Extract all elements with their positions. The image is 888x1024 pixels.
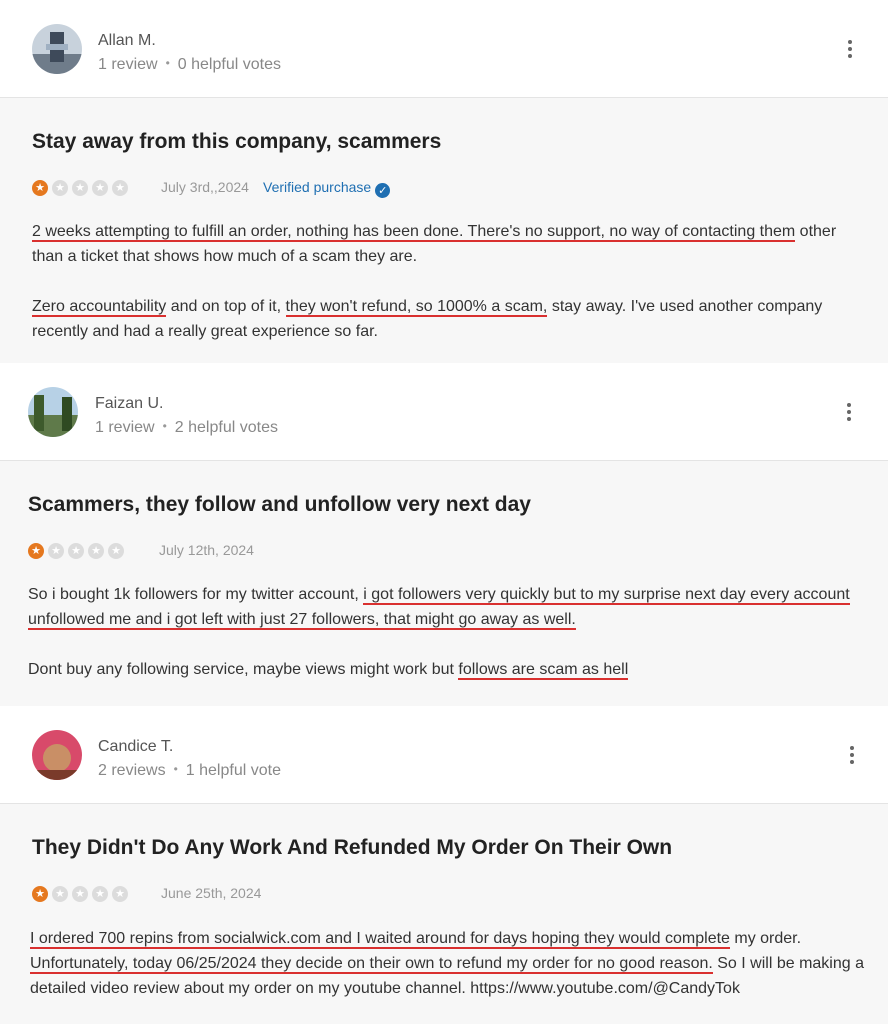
star-icon: [72, 179, 88, 197]
more-options-icon[interactable]: [847, 40, 853, 60]
body-text: Dont buy any following service, maybe vi…: [28, 661, 459, 678]
more-options-icon[interactable]: [846, 403, 852, 423]
reviewer-name[interactable]: Allan M.: [98, 32, 156, 50]
star-rating: [28, 542, 124, 560]
reviewer-header: Allan M. 1 review • 0 helpful votes: [0, 0, 888, 98]
review-date: June 25th, 2024: [161, 885, 262, 901]
star-rating: [32, 179, 128, 197]
underlined-text: Unfortunately, today 06/25/2024 they dec…: [30, 955, 713, 974]
star-icon: [68, 542, 84, 560]
avatar[interactable]: [28, 387, 78, 437]
more-options-icon[interactable]: [849, 746, 855, 766]
star-rating: [32, 885, 128, 903]
review-count: 1 review: [98, 56, 158, 73]
reviewer-header: Candice T. 2 reviews • 1 helpful vote: [0, 706, 888, 804]
star-icon: [52, 179, 68, 197]
star-icon: [32, 179, 48, 197]
underlined-text: they won't refund, so 1000% a scam,: [285, 298, 548, 317]
review-card: They Didn't Do Any Work And Refunded My …: [0, 804, 888, 1024]
review-body: So i bought 1k followers for my twitter …: [28, 582, 858, 682]
body-text: my order.: [729, 930, 802, 947]
star-icon: [92, 179, 108, 197]
avatar[interactable]: [32, 730, 82, 780]
body-text: So i bought 1k followers for my twitter …: [28, 586, 364, 603]
helpful-votes: 0 helpful votes: [177, 56, 281, 73]
review-card: Stay away from this company, scammers Ju…: [0, 98, 888, 363]
review-body: I ordered 700 repins from socialwick.com…: [30, 926, 865, 1001]
review-title[interactable]: Stay away from this company, scammers: [32, 130, 441, 154]
reviewer-stats: 1 review • 0 helpful votes: [98, 56, 281, 74]
review-count: 1 review: [95, 419, 155, 436]
star-icon: [112, 885, 128, 903]
underlined-text: follows are scam as hell: [458, 661, 629, 680]
underlined-text: Zero accountability: [32, 298, 167, 317]
review-body: 2 weeks attempting to fulfill an order, …: [32, 219, 862, 344]
verified-badge: Verified purchase ✓: [263, 179, 391, 198]
review-title[interactable]: Scammers, they follow and unfollow very …: [28, 493, 531, 517]
underlined-text: 2 weeks attempting to fulfill an order, …: [32, 223, 796, 242]
review-title[interactable]: They Didn't Do Any Work And Refunded My …: [32, 836, 672, 860]
reviewer-header: Faizan U. 1 review • 2 helpful votes: [0, 363, 888, 461]
verified-label: Verified purchase: [263, 179, 372, 195]
reviewer-name[interactable]: Faizan U.: [95, 395, 163, 413]
review-count: 2 reviews: [98, 762, 166, 779]
reviewer-name[interactable]: Candice T.: [98, 738, 173, 756]
star-icon: [28, 542, 44, 560]
separator-dot: •: [165, 56, 170, 70]
separator-dot: •: [173, 762, 178, 776]
star-icon: [72, 885, 88, 903]
review-date: July 12th, 2024: [159, 542, 254, 558]
star-icon: [108, 542, 124, 560]
review-date: July 3rd,,2024: [161, 179, 249, 195]
check-icon: ✓: [375, 183, 391, 198]
helpful-votes: 1 helpful vote: [185, 762, 281, 779]
reviewer-stats: 2 reviews • 1 helpful vote: [98, 762, 281, 780]
avatar[interactable]: [32, 24, 82, 74]
star-icon: [88, 542, 104, 560]
underlined-text: I ordered 700 repins from socialwick.com…: [30, 930, 730, 949]
separator-dot: •: [162, 419, 167, 433]
body-text: and on top of it,: [166, 298, 286, 315]
reviewer-stats: 1 review • 2 helpful votes: [95, 419, 278, 437]
star-icon: [92, 885, 108, 903]
helpful-votes: 2 helpful votes: [174, 419, 278, 436]
star-icon: [32, 885, 48, 903]
review-card: Scammers, they follow and unfollow very …: [0, 461, 888, 706]
star-icon: [112, 179, 128, 197]
star-icon: [52, 885, 68, 903]
star-icon: [48, 542, 64, 560]
